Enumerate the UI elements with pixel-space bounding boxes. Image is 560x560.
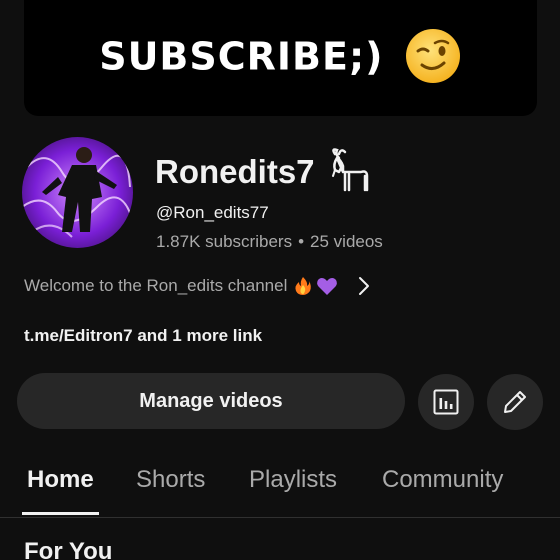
stats-separator: • <box>298 232 305 251</box>
purple-heart-emoji <box>317 277 338 295</box>
analytics-icon <box>433 389 459 415</box>
channel-name: Ronedits7 <box>155 153 315 190</box>
subscriber-count: 1.87K subscribers <box>156 232 293 251</box>
banner-text: SUBSCRIBE;) <box>99 34 384 79</box>
fire-emoji <box>295 277 312 295</box>
channel-handle: @Ron_edits77 <box>156 203 269 222</box>
channel-description[interactable]: Welcome to the Ron_edits channel <box>24 276 370 296</box>
banner-text-row: SUBSCRIBE;) <box>99 29 462 85</box>
channel-avatar[interactable] <box>22 137 133 248</box>
analytics-button[interactable] <box>418 374 474 430</box>
winking-face-emoji <box>405 29 460 83</box>
channel-stats: 1.87K subscribers • 25 videos <box>156 232 383 252</box>
video-count: 25 videos <box>310 232 383 251</box>
manage-videos-button[interactable]: Manage videos <box>17 373 405 429</box>
pencil-icon <box>504 391 526 413</box>
tab-home[interactable]: Home <box>27 466 94 494</box>
channel-banner: SUBSCRIBE;) <box>24 0 537 116</box>
avatar-image <box>22 137 133 248</box>
tab-community[interactable]: Community <box>382 466 503 494</box>
chevron-right-icon[interactable] <box>358 276 370 296</box>
tab-shorts[interactable]: Shorts <box>136 466 205 494</box>
tab-playlists[interactable]: Playlists <box>249 466 337 494</box>
active-tab-indicator <box>22 512 99 515</box>
channel-tabs: Home Shorts Playlists Community <box>0 462 560 518</box>
channel-name-row: Ronedits7 <box>155 148 373 194</box>
channel-links[interactable]: t.me/Editron7 and 1 more link <box>24 326 262 346</box>
section-title: For You <box>24 538 113 560</box>
goat-icon <box>331 148 368 192</box>
description-text: Welcome to the Ron_edits channel <box>24 276 288 295</box>
edit-channel-button[interactable] <box>487 374 543 430</box>
